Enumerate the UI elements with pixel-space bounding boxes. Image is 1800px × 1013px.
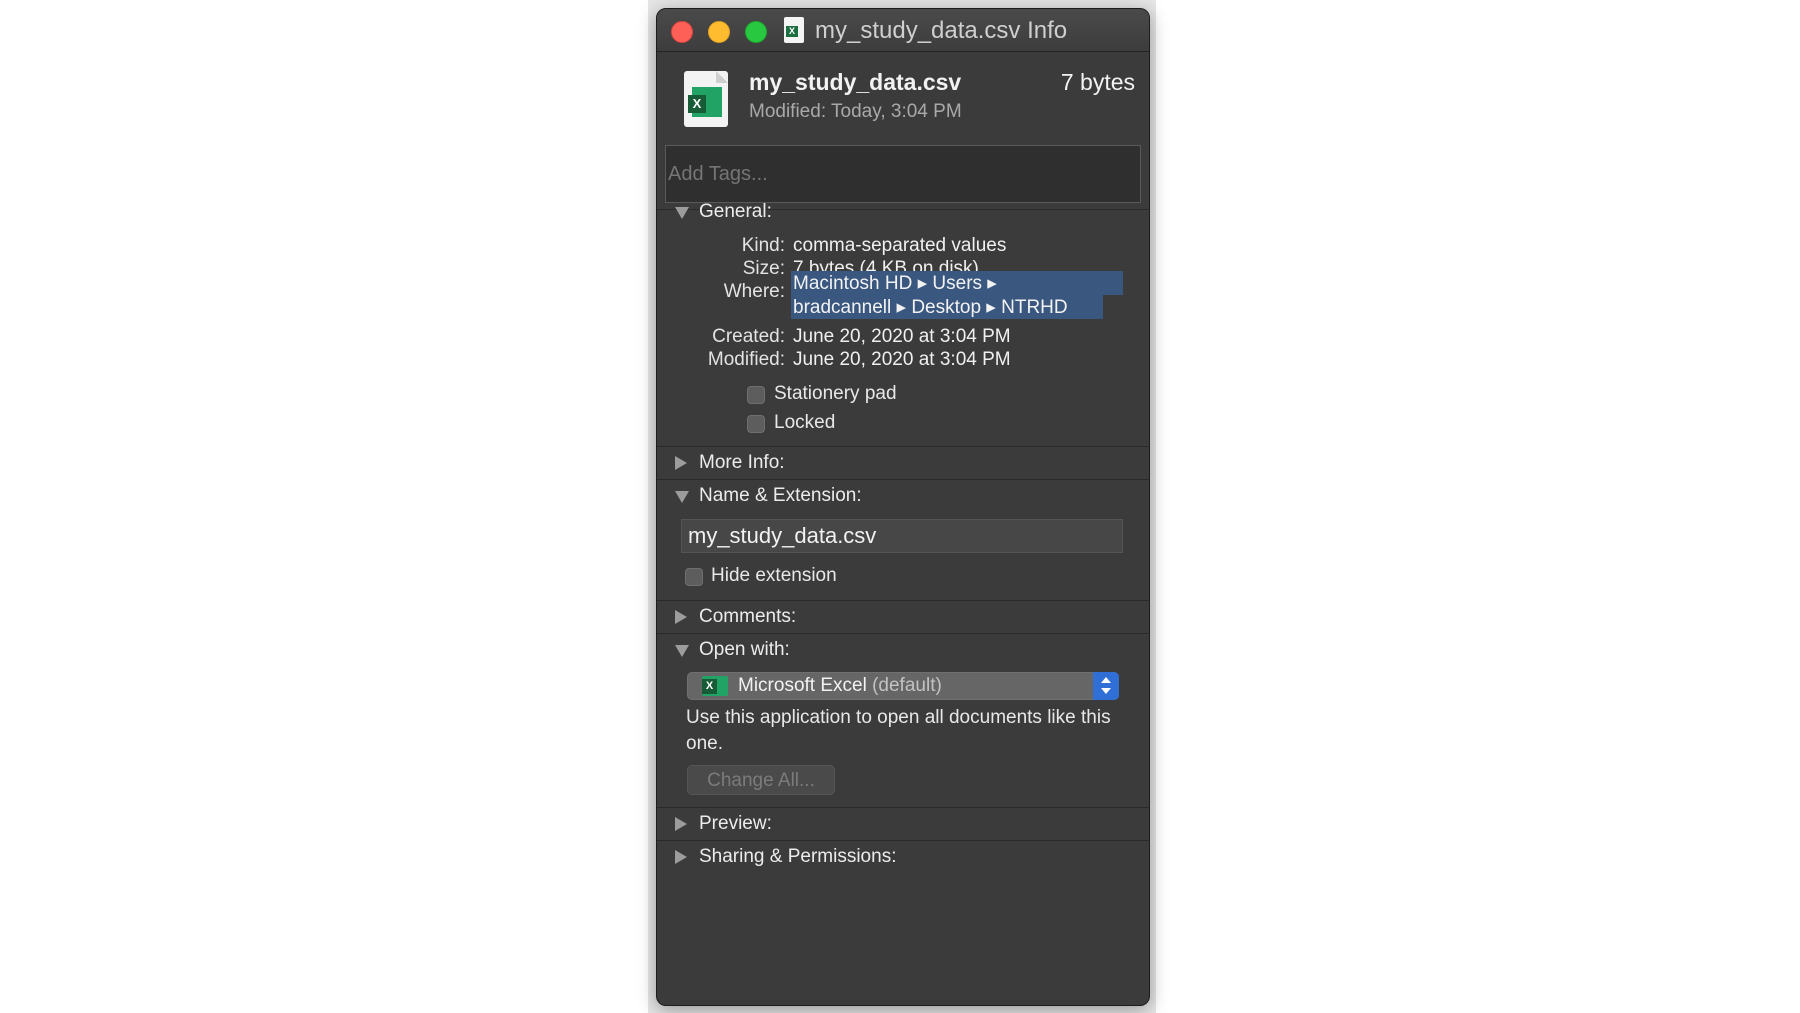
excel-app-icon: X xyxy=(702,676,728,696)
disclosure-closed-icon xyxy=(675,610,687,624)
open-with-help-text: Use this application to open all documen… xyxy=(686,707,1111,754)
hide-extension-checkbox[interactable] xyxy=(685,568,703,586)
section-open-with-label: Open with: xyxy=(699,639,790,660)
section-more-info-label: More Info: xyxy=(699,452,785,473)
app-name: Microsoft Excel xyxy=(738,675,867,696)
divider xyxy=(657,446,1149,447)
where-key: Where: xyxy=(723,281,785,302)
disclosure-open-icon xyxy=(675,207,689,219)
window-title: my_study_data.csv Info xyxy=(815,17,1068,44)
minimize-button[interactable] xyxy=(708,21,730,43)
kind-value: comma-separated values xyxy=(793,235,1007,256)
section-general-label: General: xyxy=(699,201,772,222)
kind-key: Kind: xyxy=(741,235,785,256)
disclosure-open-icon xyxy=(675,491,689,503)
section-name-extension-toggle[interactable]: Name & Extension: xyxy=(657,483,1149,513)
stationery-pad-checkbox[interactable] xyxy=(747,386,765,404)
section-open-with-toggle[interactable]: Open with: xyxy=(657,637,1149,667)
hide-extension-label: Hide extension xyxy=(711,565,837,586)
where-path-line2: bradcannell ▸ Desktop ▸ NTRHD xyxy=(793,297,1068,318)
divider xyxy=(657,600,1149,601)
modified-date-value: June 20, 2020 at 3:04 PM xyxy=(793,349,1011,370)
modified-label: Modified: xyxy=(749,101,827,122)
section-preview-toggle[interactable]: Preview: xyxy=(657,811,1149,841)
app-default-tag: (default) xyxy=(872,675,942,696)
section-sharing-label: Sharing & Permissions: xyxy=(699,846,897,867)
excel-file-icon: X xyxy=(684,71,728,127)
file-name: my_study_data.csv xyxy=(749,69,962,95)
popup-stepper-icon[interactable] xyxy=(1093,672,1119,700)
change-all-button[interactable]: Change All... xyxy=(687,765,835,795)
locked-checkbox[interactable] xyxy=(747,415,765,433)
created-value: June 20, 2020 at 3:04 PM xyxy=(793,326,1011,347)
close-button[interactable] xyxy=(671,21,693,43)
disclosure-open-icon xyxy=(675,645,689,657)
where-path-line1: Macintosh HD ▸ Users ▸ xyxy=(793,273,997,294)
section-general-toggle[interactable]: General: xyxy=(657,199,1149,229)
file-name-field[interactable] xyxy=(681,519,1123,553)
open-with-app: Microsoft Excel (default) xyxy=(738,675,942,697)
section-preview-label: Preview: xyxy=(699,813,772,834)
title-bar[interactable]: X my_study_data.csv Info xyxy=(657,9,1149,52)
created-key: Created: xyxy=(712,326,785,347)
size-key: Size: xyxy=(742,258,785,279)
tags-input[interactable] xyxy=(665,145,1141,203)
divider xyxy=(657,479,1149,480)
modified-summary: Modified: Today, 3:04 PM xyxy=(749,101,962,123)
modified-value: Today, 3:04 PM xyxy=(831,101,962,122)
where-path-selection[interactable]: Macintosh HD ▸ Users ▸ bradcannell ▸ Des… xyxy=(791,271,1123,319)
section-comments-toggle[interactable]: Comments: xyxy=(657,604,1149,634)
disclosure-closed-icon xyxy=(675,850,687,864)
divider xyxy=(657,633,1149,634)
zoom-button[interactable] xyxy=(745,21,767,43)
file-size: 7 bytes xyxy=(1060,69,1135,95)
locked-label: Locked xyxy=(774,412,836,433)
section-comments-label: Comments: xyxy=(699,606,797,627)
modified-key: Modified: xyxy=(707,349,785,370)
section-name-extension-label: Name & Extension: xyxy=(699,485,862,506)
divider xyxy=(657,840,1149,841)
info-window: X my_study_data.csv Info X my_study_data… xyxy=(656,8,1150,1006)
section-sharing-toggle[interactable]: Sharing & Permissions: xyxy=(657,844,1149,874)
open-with-popup[interactable]: X Microsoft Excel (default) xyxy=(687,672,1119,700)
csv-file-icon: X xyxy=(784,17,804,43)
section-more-info-toggle[interactable]: More Info: xyxy=(657,450,1149,480)
disclosure-closed-icon xyxy=(675,817,687,831)
divider xyxy=(657,807,1149,808)
disclosure-closed-icon xyxy=(675,456,687,470)
stationery-pad-label: Stationery pad xyxy=(774,383,897,404)
